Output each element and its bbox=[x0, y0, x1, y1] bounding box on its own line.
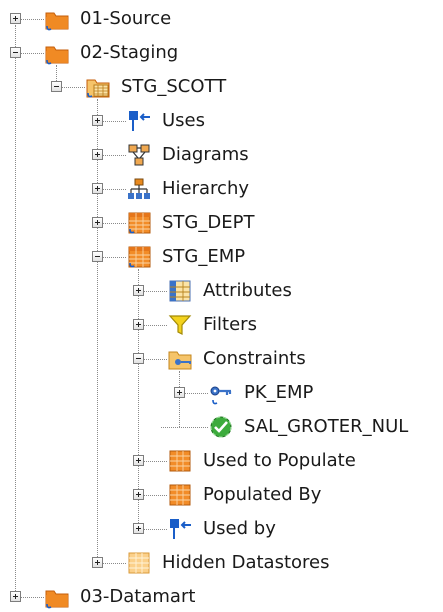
tree-node-attributes[interactable]: Attributes bbox=[0, 276, 443, 306]
datastore-icon bbox=[126, 244, 152, 270]
tree-node-label: Populated By bbox=[203, 484, 322, 505]
tree-node-uses[interactable]: Uses bbox=[0, 106, 443, 136]
tree-node-label: Diagrams bbox=[162, 144, 249, 165]
check-constraint-icon bbox=[208, 414, 234, 440]
tree-node-used-by[interactable]: Used by bbox=[0, 514, 443, 544]
tree-node-label: Used to Populate bbox=[203, 450, 356, 471]
hidden-datastores-icon bbox=[126, 550, 152, 576]
tree-node-03-datamart[interactable]: 03-Datamart bbox=[0, 582, 443, 612]
tree-node-label: 03-Datamart bbox=[80, 586, 196, 607]
tree-node-label: SAL_GROTER_NUL bbox=[244, 416, 409, 437]
collapse-toggle-icon[interactable] bbox=[51, 81, 62, 92]
expand-toggle-icon[interactable] bbox=[133, 455, 144, 466]
tree-node-label: Hidden Datastores bbox=[162, 552, 330, 573]
constraints-folder-icon bbox=[167, 346, 193, 372]
tree-node-stg-emp[interactable]: STG_EMP bbox=[0, 242, 443, 272]
expand-toggle-icon[interactable] bbox=[92, 149, 103, 160]
used-to-populate-icon bbox=[167, 448, 193, 474]
tree-node-label: Attributes bbox=[203, 280, 292, 301]
tree-node-populated-by[interactable]: Populated By bbox=[0, 480, 443, 510]
tree-node-stg-scott[interactable]: STG_SCOTT bbox=[0, 72, 443, 102]
expand-toggle-icon[interactable] bbox=[92, 183, 103, 194]
filter-icon bbox=[167, 312, 193, 338]
model-folder-icon bbox=[44, 584, 70, 610]
tree-node-filters[interactable]: Filters bbox=[0, 310, 443, 340]
collapse-toggle-icon[interactable] bbox=[92, 251, 103, 262]
collapse-toggle-icon[interactable] bbox=[133, 353, 144, 364]
expand-toggle-icon[interactable] bbox=[92, 115, 103, 126]
expand-toggle-icon[interactable] bbox=[10, 13, 21, 24]
tree-node-stg-dept[interactable]: STG_DEPT bbox=[0, 208, 443, 238]
expand-toggle-icon[interactable] bbox=[133, 285, 144, 296]
tree-node-label: Hierarchy bbox=[162, 178, 250, 199]
tree-node-label: PK_EMP bbox=[244, 382, 314, 403]
hierarchy-icon bbox=[126, 176, 152, 202]
model-tree: 01-Source 02-Staging STG_SCOTT Uses Diagrams… bbox=[0, 0, 443, 609]
tree-node-pk-emp[interactable]: PK_EMP bbox=[0, 378, 443, 408]
tree-node-diagrams[interactable]: Diagrams bbox=[0, 140, 443, 170]
tree-node-label: STG_EMP bbox=[162, 246, 246, 267]
model-folder-icon bbox=[44, 40, 70, 66]
collapse-toggle-icon[interactable] bbox=[10, 47, 21, 58]
tree-node-label: STG_DEPT bbox=[162, 212, 255, 233]
primary-key-icon bbox=[208, 380, 234, 406]
datastore-icon bbox=[126, 210, 152, 236]
tree-node-label: 02-Staging bbox=[80, 42, 179, 63]
tree-node-label: Used by bbox=[203, 518, 276, 539]
tree-node-hierarchy[interactable]: Hierarchy bbox=[0, 174, 443, 204]
populated-by-icon bbox=[167, 482, 193, 508]
tree-node-label: Constraints bbox=[203, 348, 306, 369]
tree-node-02-staging[interactable]: 02-Staging bbox=[0, 38, 443, 68]
model-icon bbox=[85, 74, 111, 100]
attributes-icon bbox=[167, 278, 193, 304]
tree-node-sal-groter-nul[interactable]: SAL_GROTER_NUL bbox=[0, 412, 443, 442]
tree-node-label: Filters bbox=[203, 314, 257, 335]
expand-toggle-icon[interactable] bbox=[92, 557, 103, 568]
expand-toggle-icon[interactable] bbox=[133, 489, 144, 500]
tree-node-label: 01-Source bbox=[80, 8, 172, 29]
expand-toggle-icon[interactable] bbox=[133, 319, 144, 330]
diagrams-icon bbox=[126, 142, 152, 168]
tree-node-constraints[interactable]: Constraints bbox=[0, 344, 443, 374]
tree-node-label: STG_SCOTT bbox=[121, 76, 227, 97]
model-folder-icon bbox=[44, 6, 70, 32]
tree-node-01-source[interactable]: 01-Source bbox=[0, 4, 443, 34]
expand-toggle-icon[interactable] bbox=[133, 523, 144, 534]
tree-node-used-to-populate[interactable]: Used to Populate bbox=[0, 446, 443, 476]
used-by-icon bbox=[167, 516, 193, 542]
tree-node-hidden-datastores[interactable]: Hidden Datastores bbox=[0, 548, 443, 578]
expand-toggle-icon[interactable] bbox=[174, 387, 185, 398]
expand-toggle-icon[interactable] bbox=[10, 591, 21, 602]
expand-toggle-icon[interactable] bbox=[92, 217, 103, 228]
uses-icon bbox=[126, 108, 152, 134]
tree-node-label: Uses bbox=[162, 110, 206, 131]
